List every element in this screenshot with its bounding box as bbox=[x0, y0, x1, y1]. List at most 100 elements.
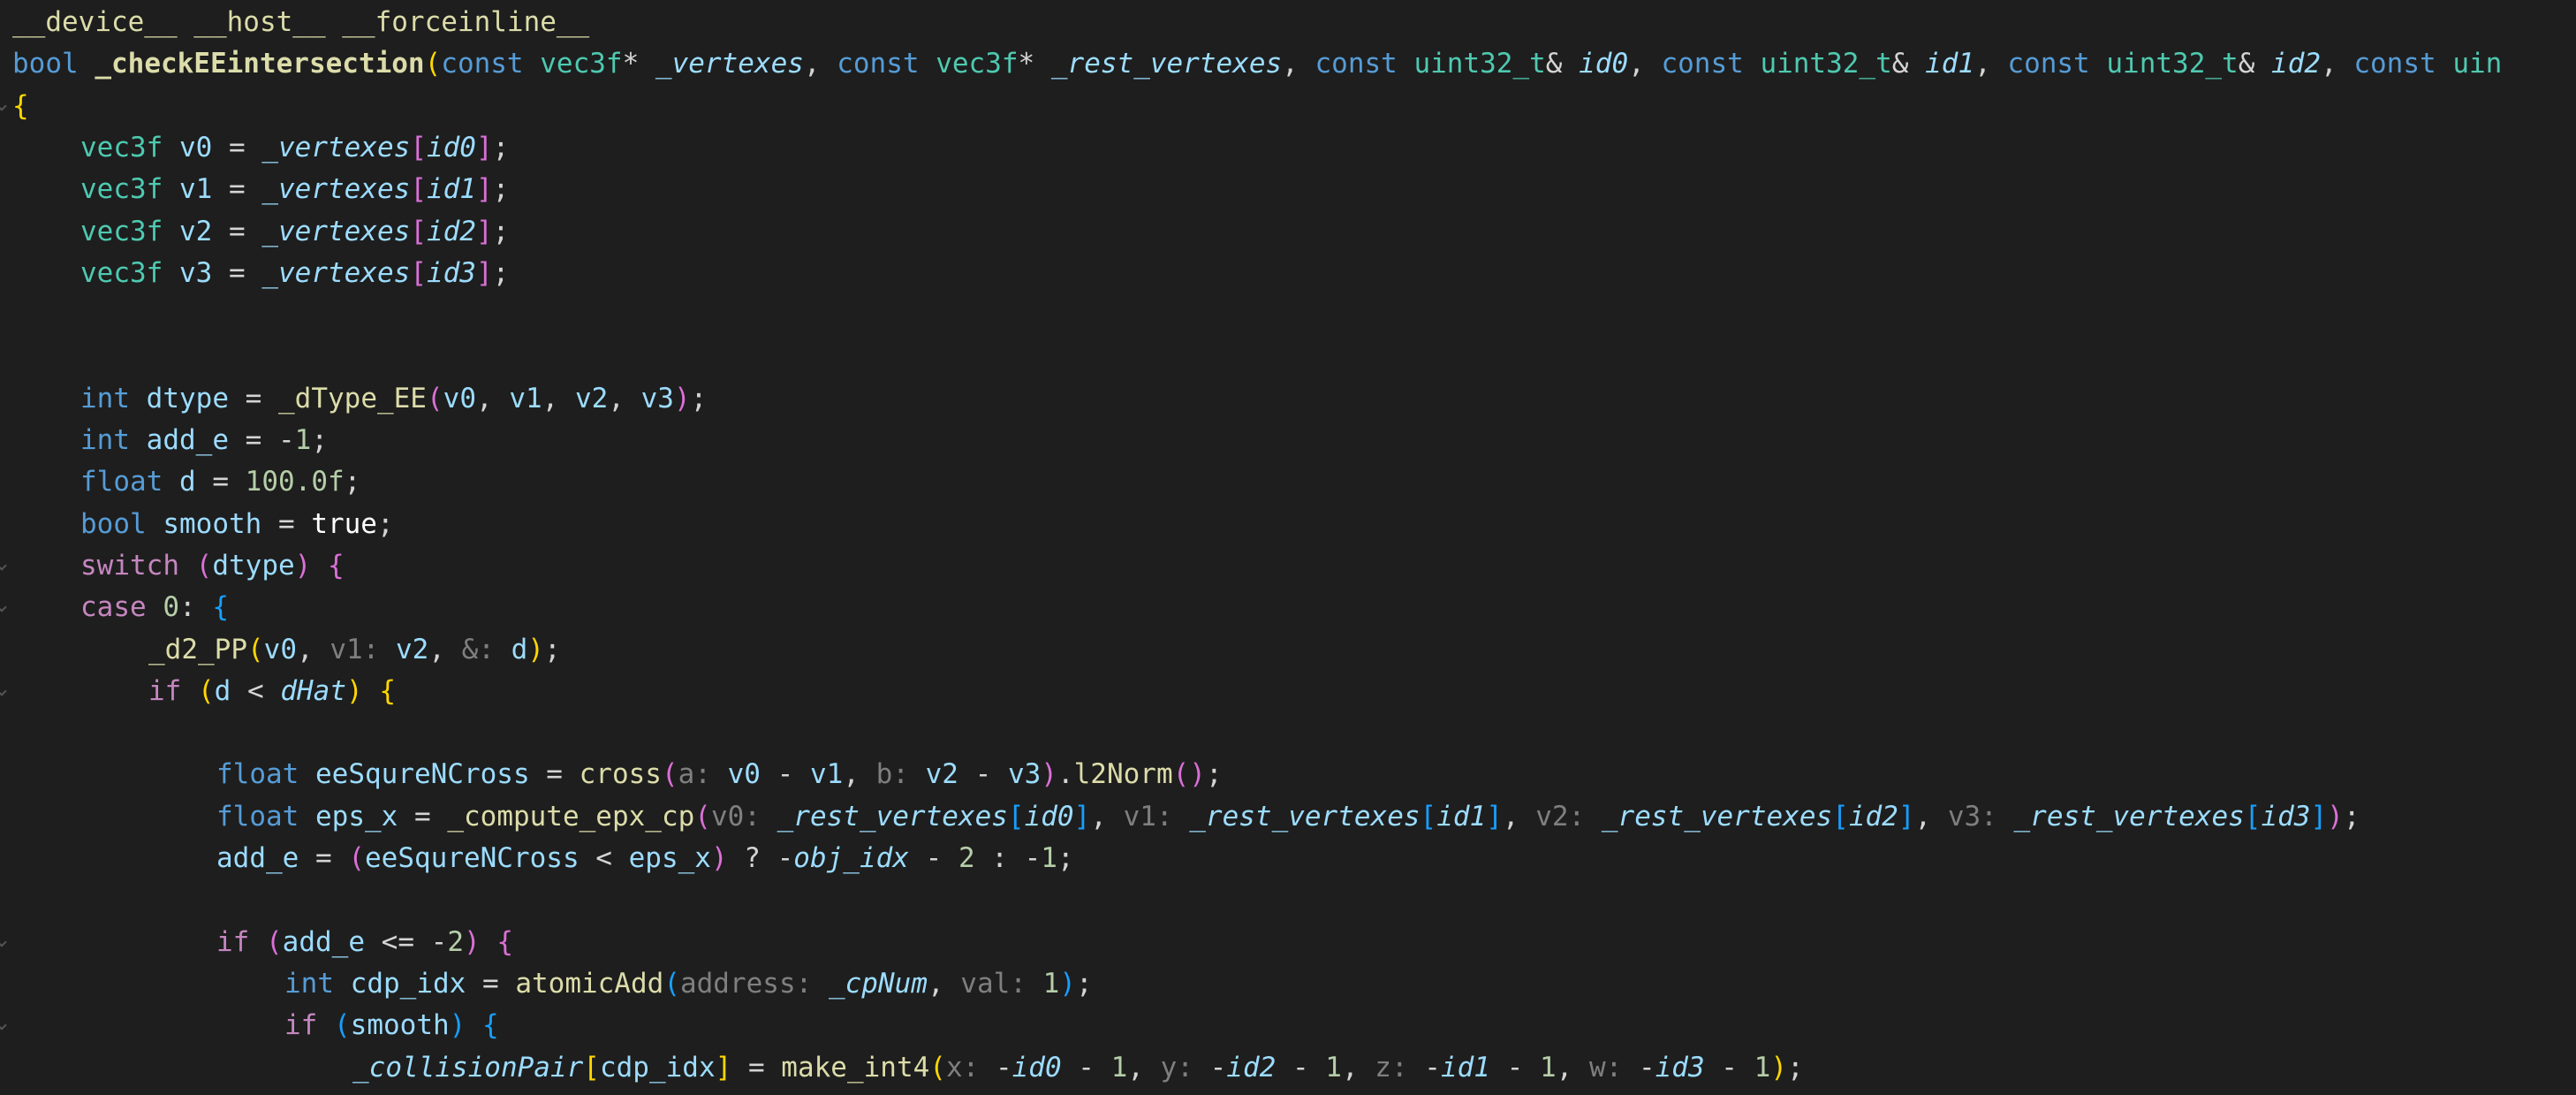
code-token-default: = bbox=[466, 967, 516, 1000]
code-line[interactable]: add_e = (eeSqureNCross < eps_x) ? -obj_i… bbox=[216, 838, 1074, 879]
code-token-default: - bbox=[1638, 1051, 1655, 1084]
code-token-variable: add_e bbox=[216, 842, 299, 874]
code-token-bracket2: ] bbox=[475, 173, 493, 206]
code-token-number: 100.0f bbox=[245, 466, 345, 498]
code-token-default bbox=[249, 926, 266, 958]
code-token-keyword: const bbox=[1661, 48, 1761, 80]
code-line[interactable]: if (smooth) { bbox=[284, 1005, 499, 1046]
code-token-keyword: const bbox=[837, 48, 936, 80]
code-token-bracket1: { bbox=[12, 89, 29, 122]
code-line[interactable]: float eeSqureNCross = cross(a: v0 - v1, … bbox=[216, 754, 1223, 795]
code-token-bracket3: ] bbox=[2310, 800, 2328, 833]
code-token-variable: dtype bbox=[146, 382, 229, 414]
code-token-type: vec3f bbox=[80, 173, 163, 206]
code-token-bracket1: ( bbox=[929, 1051, 946, 1084]
code-token-param: id3 bbox=[426, 256, 476, 289]
code-token-keyword: int bbox=[80, 424, 130, 456]
code-token-type: uint32_t bbox=[1760, 48, 1892, 80]
code-line[interactable]: _collisionPair[cdp_idx] = make_int4(x: -… bbox=[352, 1047, 1804, 1089]
code-line[interactable]: int cdp_idx = atomicAdd(address: _cpNum,… bbox=[284, 963, 1093, 1005]
code-line[interactable]: if (d < dHat) { bbox=[148, 671, 396, 712]
code-token-default bbox=[181, 675, 198, 707]
code-token-variable: add_e bbox=[146, 424, 229, 456]
fold-chevron-icon[interactable] bbox=[0, 602, 7, 612]
code-line[interactable]: _d2_PP(v0, v1: v2, &: d); bbox=[148, 629, 561, 671]
code-token-number: 2 bbox=[447, 925, 464, 958]
code-token-type: vec3f bbox=[80, 131, 163, 163]
code-token-control: if bbox=[284, 1009, 318, 1042]
code-line[interactable]: float eps_x = _compute_epx_cp(v0: _rest_… bbox=[216, 796, 2360, 838]
code-token-default: & bbox=[1545, 48, 1580, 80]
code-token-variable: eeSqureNCross bbox=[315, 758, 530, 791]
code-line[interactable]: float d = 100.0f; bbox=[80, 461, 360, 503]
code-token-variable: v3 bbox=[640, 382, 674, 414]
code-token-bracket3: ( bbox=[663, 967, 680, 1000]
code-token-default: , bbox=[1090, 800, 1124, 833]
code-token-param: _vertexes bbox=[655, 48, 804, 80]
code-token-variable: v2 bbox=[925, 758, 958, 791]
code-line[interactable]: int dtype = _dType_EE(v0, v1, v2, v3); bbox=[80, 378, 707, 420]
code-token-variable: v3 bbox=[1007, 758, 1042, 791]
code-token-default: & bbox=[2238, 48, 2272, 80]
code-token-variable: d bbox=[179, 466, 196, 498]
code-token-bracket2: { bbox=[496, 925, 514, 958]
code-token-default: < bbox=[231, 674, 281, 707]
code-token-hint: val: bbox=[960, 967, 1043, 1000]
code-token-function: _dType_EE bbox=[278, 382, 427, 414]
code-line[interactable]: { bbox=[12, 86, 29, 127]
code-line[interactable]: vec3f v3 = _vertexes[id3]; bbox=[80, 253, 509, 294]
code-token-default: , bbox=[542, 382, 575, 414]
code-token-default: * bbox=[622, 48, 655, 80]
code-token-number: 1 bbox=[1754, 1051, 1771, 1084]
fold-chevron-icon[interactable] bbox=[0, 100, 7, 111]
code-token-default bbox=[481, 926, 497, 958]
code-token-bracket1: [ bbox=[583, 1051, 600, 1084]
code-token-bracket3: [ bbox=[2244, 800, 2262, 833]
code-token-variable: smooth bbox=[350, 1009, 450, 1042]
fold-chevron-icon[interactable] bbox=[0, 936, 7, 947]
code-token-function: cross bbox=[579, 758, 662, 791]
fold-chevron-icon[interactable] bbox=[0, 560, 7, 571]
code-token-bracket2: ) bbox=[294, 549, 312, 582]
code-token-param: id0 bbox=[1011, 1051, 1062, 1084]
code-token-param: id1 bbox=[1440, 1051, 1490, 1084]
code-token-param: _vertexes bbox=[261, 173, 411, 206]
code-line[interactable]: case 0: { bbox=[80, 587, 229, 628]
code-token-default: , bbox=[1341, 1051, 1375, 1084]
code-line[interactable]: switch (dtype) { bbox=[80, 545, 345, 587]
code-token-bracket2: [ bbox=[410, 173, 427, 206]
code-token-param: id2 bbox=[1848, 800, 1898, 833]
code-token-default bbox=[163, 132, 179, 163]
code-token-default: * bbox=[1018, 48, 1051, 80]
code-line[interactable]: __device__ __host__ __forceinline__ bbox=[12, 2, 589, 43]
code-token-bracket2: ) bbox=[673, 382, 691, 414]
code-token-bracket1: ( bbox=[424, 48, 442, 80]
code-token-default bbox=[130, 383, 147, 414]
code-line[interactable]: bool _checkEEintersection(const vec3f* _… bbox=[12, 43, 2502, 85]
code-editor[interactable]: __device__ __host__ __forceinline__bool … bbox=[0, 0, 2576, 1095]
code-line[interactable]: if (add_e <= -2) { bbox=[216, 922, 513, 963]
code-token-default bbox=[163, 173, 179, 205]
code-token-hint: address: bbox=[679, 967, 829, 1000]
code-token-default: ; bbox=[344, 466, 361, 498]
code-token-variable: dtype bbox=[212, 549, 295, 582]
fold-chevron-icon[interactable] bbox=[0, 686, 7, 696]
code-token-default: - bbox=[1424, 1051, 1441, 1084]
code-token-default bbox=[334, 968, 351, 1000]
code-token-bracket2: ( bbox=[661, 758, 678, 791]
code-line[interactable]: vec3f v2 = _vertexes[id2]; bbox=[80, 211, 509, 253]
code-token-function: _compute_epx_cp bbox=[447, 800, 695, 833]
fold-chevron-icon[interactable] bbox=[0, 1020, 7, 1030]
code-token-control: if bbox=[148, 674, 182, 707]
code-token-bracket3: ] bbox=[1073, 800, 1091, 833]
code-token-variable: eps_x bbox=[628, 842, 711, 874]
code-token-keyword: float bbox=[80, 466, 163, 498]
code-line[interactable]: vec3f v1 = _vertexes[id1]; bbox=[80, 169, 509, 210]
code-line[interactable]: bool smooth = true; bbox=[80, 504, 394, 545]
code-token-variable: v0 bbox=[727, 758, 761, 791]
code-token-variable: v0 bbox=[443, 382, 476, 414]
code-token-param: _collisionPair bbox=[352, 1051, 584, 1084]
code-line[interactable]: int add_e = -1; bbox=[80, 420, 328, 461]
code-line[interactable]: vec3f v0 = _vertexes[id0]; bbox=[80, 127, 509, 169]
code-token-default: - bbox=[760, 758, 810, 791]
